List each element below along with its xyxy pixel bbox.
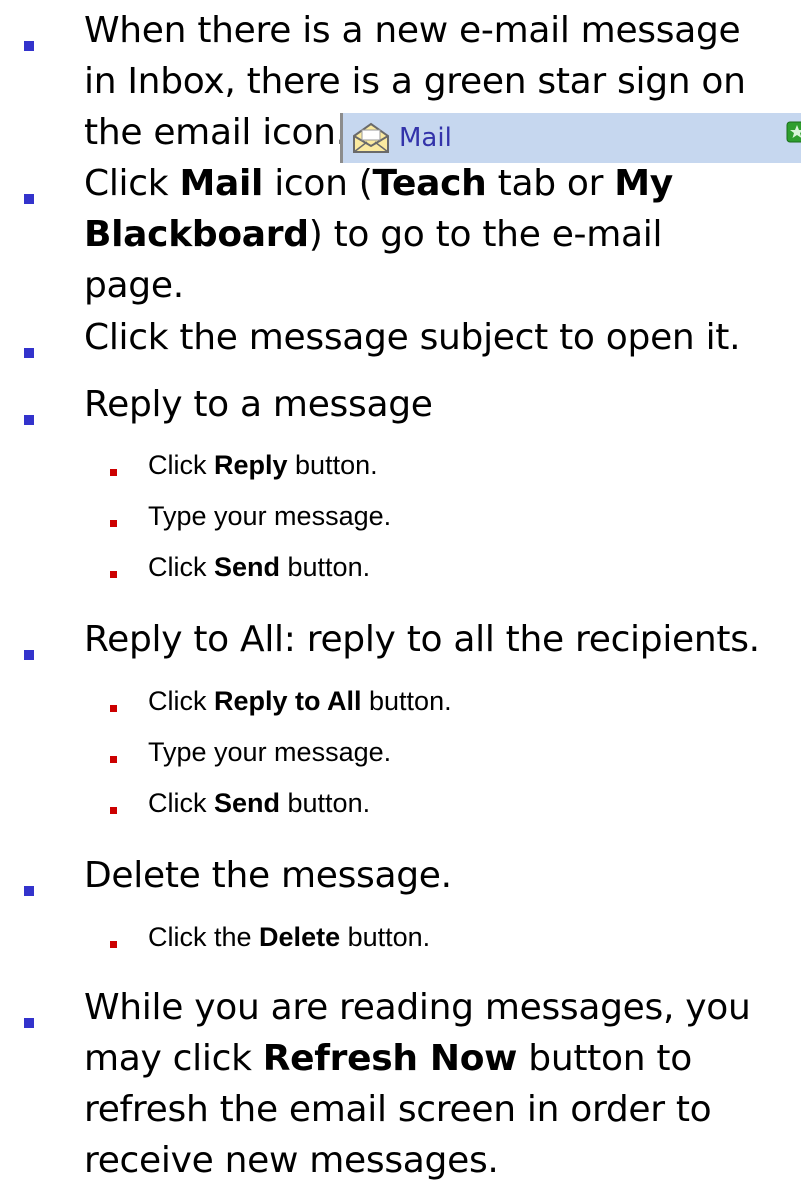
bullet-line: in Inbox, there is a green star sign on: [84, 59, 746, 104]
bold-text: My: [614, 163, 673, 204]
slide: When there is a new e-mail message in In…: [0, 0, 801, 1181]
text-run: button.: [280, 552, 371, 582]
bold-text: Delete: [259, 922, 341, 952]
bullet-marker: [24, 415, 34, 425]
text-run: tab or: [486, 163, 615, 204]
text-run: Type your message.: [148, 501, 392, 531]
bullet-line: Reply to a message: [84, 382, 433, 427]
text-run: While you are reading messages, you: [84, 987, 751, 1028]
text-run: Click: [148, 686, 214, 716]
text-run: button.: [280, 788, 371, 818]
sub-bullet-line: Type your message.: [148, 499, 391, 533]
bullet-line: When there is a new e-mail message: [84, 8, 741, 53]
text-run: Reply to All: reply to all the recipient…: [84, 619, 760, 660]
bullet-line: receive new messages.: [84, 1138, 499, 1183]
text-run: Click: [148, 552, 214, 582]
text-run: Delete the message.: [84, 855, 452, 896]
sub-bullet-marker: [110, 807, 117, 814]
sub-bullet-marker: [110, 756, 117, 763]
bold-text: Teach: [372, 163, 487, 204]
bold-text: Reply: [214, 450, 288, 480]
bullet-marker: [24, 348, 34, 358]
bullet-line: Delete the message.: [84, 853, 452, 898]
bullet-marker: [24, 1018, 34, 1028]
text-run: Reply to a message: [84, 384, 433, 425]
sub-bullet-marker: [110, 705, 117, 712]
bullet-line: refresh the email screen in order to: [84, 1087, 712, 1132]
bullet-marker: [24, 194, 34, 204]
text-run: Type your message.: [148, 737, 392, 767]
text-run: may click: [84, 1038, 263, 1079]
bold-text: Mail: [179, 163, 264, 204]
bullet-line: Blackboard) to go to the e-mail: [84, 212, 662, 257]
mail-widget[interactable]: Mail: [340, 113, 801, 163]
text-run: icon (: [263, 163, 373, 204]
text-run: page.: [84, 265, 184, 306]
bullet-line: Click Mail icon (Teach tab or My: [84, 161, 673, 206]
sub-bullet-line: Click Reply to All button.: [148, 684, 452, 718]
bullet-marker: [24, 886, 34, 896]
bold-text: Reply to All: [214, 686, 362, 716]
envelope-icon: [351, 121, 391, 159]
bold-text: Refresh Now: [262, 1038, 518, 1079]
text-run: ) to go to the e-mail: [308, 214, 663, 255]
text-run: button.: [361, 686, 452, 716]
text-run: the email icon.: [84, 112, 347, 153]
sub-bullet-marker: [110, 469, 117, 476]
text-run: in Inbox, there is a green star sign on: [84, 61, 746, 102]
text-run: Click the message subject to open it.: [84, 317, 741, 358]
bold-text: Blackboard: [84, 214, 309, 255]
bullet-line: page.: [84, 263, 184, 308]
bold-text: Send: [214, 788, 281, 818]
mail-label[interactable]: Mail: [399, 123, 452, 153]
text-run: Click: [148, 450, 214, 480]
bullet-line: While you are reading messages, you: [84, 985, 751, 1030]
bullet-line: Reply to All: reply to all the recipient…: [84, 617, 760, 662]
sub-bullet-line: Click Reply button.: [148, 448, 378, 482]
sub-bullet-marker: [110, 520, 117, 527]
text-run: refresh the email screen in order to: [84, 1089, 712, 1130]
text-run: Click: [148, 788, 214, 818]
bullet-marker: [24, 41, 34, 51]
bold-text: Send: [214, 552, 281, 582]
sub-bullet-line: Click the Delete button.: [148, 920, 430, 954]
sub-bullet-line: Type your message.: [148, 735, 391, 769]
bullet-line: the email icon.: [84, 110, 347, 155]
text-run: button to: [517, 1038, 692, 1079]
bullet-line: Click the message subject to open it.: [84, 315, 741, 360]
sub-bullet-line: Click Send button.: [148, 550, 370, 584]
text-run: When there is a new e-mail message: [84, 10, 741, 51]
text-run: button.: [340, 922, 431, 952]
green-star-icon: [786, 121, 801, 147]
sub-bullet-marker: [110, 571, 117, 578]
sub-bullet-line: Click Send button.: [148, 786, 370, 820]
text-run: receive new messages.: [84, 1140, 499, 1181]
bullet-marker: [24, 650, 34, 660]
sub-bullet-marker: [110, 941, 117, 948]
text-run: button.: [287, 450, 378, 480]
text-run: Click the: [148, 922, 260, 952]
text-run: Click: [84, 163, 180, 204]
bullet-line: may click Refresh Now button to: [84, 1036, 692, 1081]
